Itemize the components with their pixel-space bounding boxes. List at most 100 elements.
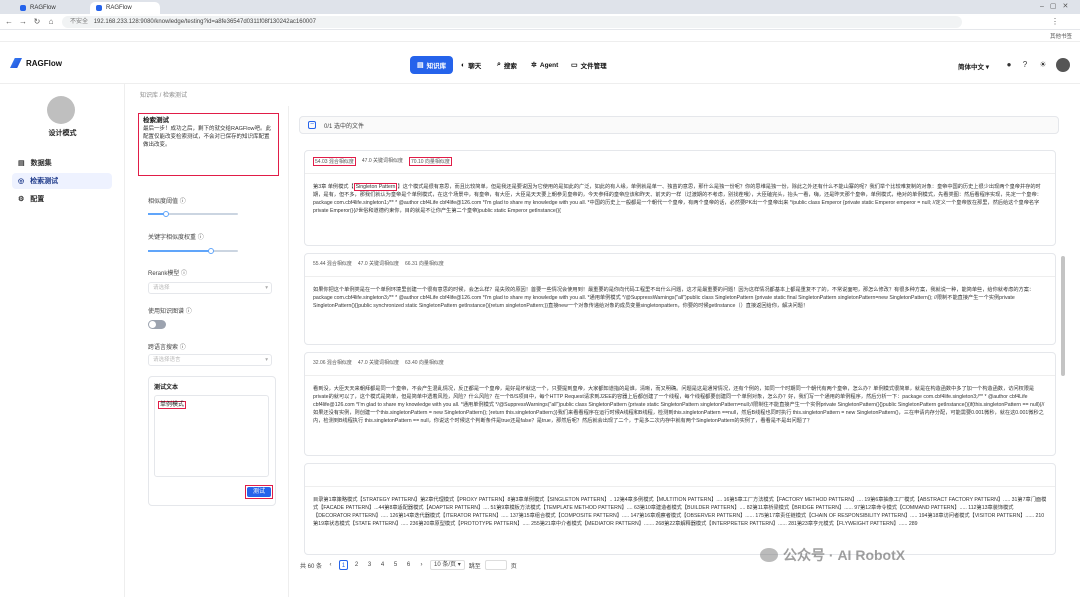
select-placeholder: 请选择语言 [153, 357, 181, 363]
description-title: 检索测试 [143, 117, 169, 124]
sidebar-item-label: 数据集 [30, 160, 52, 167]
kb-title: 设计模式 [48, 130, 77, 137]
test-text-box: 测试文本 单例模式 测试 [148, 376, 276, 506]
prev-page-icon[interactable]: ‹ [326, 560, 335, 570]
cross-language-label: 跨语言搜索 ⓘ [148, 342, 186, 351]
test-button-highlight: 测试 [245, 485, 273, 499]
divider [305, 276, 1055, 277]
nav-agent[interactable]: ✲ Agent [524, 56, 565, 74]
page-5[interactable]: 5 [391, 560, 400, 570]
info-icon: ⓘ [197, 235, 204, 241]
database-icon: ▤ [417, 62, 424, 69]
forward-icon[interactable]: → [18, 17, 28, 27]
github-icon[interactable]: ● [1004, 60, 1014, 70]
score-row: 32.06 混合相似度 47.0 关键词相似度 63.40 向量相似度 [313, 359, 444, 366]
window-controls[interactable]: –▢✕ [1040, 2, 1074, 10]
vector-similarity: 63.40 向量相似度 [405, 360, 444, 366]
browser-tab[interactable]: RAGFlow [14, 2, 84, 14]
url-text: 192.168.233.128:9080/knowledge/testing?i… [93, 19, 316, 25]
bookmarks-bar: 其他书签 [0, 30, 1080, 42]
slider-thumb[interactable] [208, 248, 214, 254]
rerank-model-label: Rerank模型 ⓘ [148, 268, 187, 277]
divider [305, 173, 1055, 174]
chunk-text-post: 】这个模式是很有意思，而且比较简单，但是我还是要说因为它使用的是如此的广泛，如此… [313, 184, 1042, 214]
result-card[interactable]: 目录第1章策略模式【STRATEGY PATTERN】第2章代理模式【PROXY… [304, 463, 1056, 555]
wechat-icon [760, 548, 778, 562]
chunk-text: 目录第1章策略模式【STRATEGY PATTERN】第2章代理模式【PROXY… [313, 497, 1047, 527]
term-similarity: 47.0 关键词相似度 [357, 261, 400, 267]
ragflow-logo[interactable]: RAGFlow [10, 58, 62, 68]
similarity-threshold-slider[interactable] [148, 211, 238, 217]
chat-icon: ◐ [461, 61, 466, 69]
nav-chat[interactable]: ◐ 聊天 [454, 56, 488, 74]
theme-icon[interactable]: ☀ [1038, 60, 1048, 70]
info-icon: ⓘ [179, 199, 186, 205]
nav-label: 文件管理 [580, 63, 607, 70]
goto-input[interactable] [484, 560, 507, 570]
nav-knowledge-base[interactable]: ▤ 知识库 [410, 56, 454, 74]
test-button[interactable]: 测试 [247, 487, 271, 497]
address-bar-row: ← → ↻ ⌂ 不安全 192.168.233.128:9080/knowled… [0, 14, 1080, 30]
slider-thumb[interactable] [163, 211, 169, 217]
chevron-down-icon: ▾ [265, 357, 268, 363]
nav-label: Agent [539, 61, 559, 69]
page-2[interactable]: 2 [352, 560, 361, 570]
nav-label: 搜索 [503, 63, 517, 70]
description-text: 最后一步！成功之后，剩下的就交给RAGFlow吧。此配置仅能改变检索测试，不会对… [143, 126, 272, 148]
sidebar-item-label: 配置 [30, 196, 45, 203]
result-card[interactable]: 32.06 混合相似度 47.0 关键词相似度 63.40 向量相似度 看到没，… [304, 352, 1056, 456]
retrieval-icon: ◎ [18, 178, 25, 185]
file-selector[interactable]: − 0/1 选中的文件 [299, 116, 1059, 134]
test-text-input[interactable]: 单例模式 [154, 395, 269, 477]
browser-tab-bar: RAGFlow RAGFlow –▢✕ [0, 0, 1080, 14]
language-select[interactable]: 简体中文 ▾ [958, 61, 989, 71]
menu-icon[interactable]: ⋮ [1050, 17, 1060, 27]
agent-icon: ✲ [531, 62, 537, 69]
gear-icon: ⚙ [18, 196, 25, 203]
help-icon[interactable]: ? [1020, 60, 1030, 70]
breadcrumb-root[interactable]: 知识库 [140, 93, 158, 99]
file-summary: 0/1 选中的文件 [324, 123, 365, 130]
chunk-text: 如果你把这个单例类是在一个单例环境里创建一个很有意思的时候，会怎么样？是失败的原… [313, 287, 1035, 309]
goto-label: 跳至 [468, 563, 481, 570]
sidebar-item-dataset[interactable]: ▤ 数据集 [12, 155, 112, 171]
chunk-text-pre: 第3章 单例模式【 [313, 184, 354, 190]
other-bookmarks[interactable]: 其他书签 [1050, 32, 1072, 40]
cross-language-select[interactable]: 请选择语言 ▾ [148, 354, 272, 366]
sidebar-item-retrieval-testing[interactable]: ◎ 检索测试 [12, 173, 112, 189]
result-card[interactable]: 55.44 混合相似度 47.0 关键词相似度 66.31 向量相似度 如果你把… [304, 253, 1056, 345]
page-1[interactable]: 1 [339, 560, 349, 570]
breadcrumb: 知识库 / 检索测试 [140, 93, 188, 99]
page-size-select[interactable]: 10 条/页 ▾ [430, 560, 465, 570]
rerank-model-select[interactable]: 请选择 ▾ [148, 282, 272, 294]
back-icon[interactable]: ← [4, 17, 14, 27]
label-text: 跨语言搜索 [148, 345, 179, 351]
knowledge-graph-toggle[interactable] [148, 320, 166, 329]
test-text-label: 测试文本 [154, 385, 179, 391]
next-page-icon[interactable]: › [417, 560, 426, 570]
results-scrollbar[interactable] [1061, 256, 1065, 376]
label-text: 使用知识图谱 [148, 309, 185, 315]
nav-file-management[interactable]: ▭ 文件管理 [564, 56, 614, 74]
browser-tab-active[interactable]: RAGFlow [90, 2, 160, 14]
keyword-weight-slider[interactable] [148, 248, 238, 254]
collapse-icon[interactable]: − [308, 121, 316, 129]
reload-icon[interactable]: ↻ [32, 17, 42, 27]
page-size-label: 10 条/页 [434, 562, 457, 568]
logo-icon [10, 58, 22, 68]
user-avatar[interactable] [1056, 58, 1070, 72]
result-card[interactable]: 54.03 混合相似度 47.0 关键词相似度 70.10 向量相似度 第3章 … [304, 150, 1056, 246]
sidebar-item-configuration[interactable]: ⚙ 配置 [12, 191, 112, 207]
page-6[interactable]: 6 [404, 560, 413, 570]
page-4[interactable]: 4 [378, 560, 387, 570]
nav-search[interactable]: ⌕ 搜索 [490, 56, 524, 74]
url-input[interactable]: 不安全 192.168.233.128:9080/knowledge/testi… [62, 16, 962, 28]
goto-suffix: 页 [510, 563, 517, 570]
knowledge-graph-label: 使用知识图谱 ⓘ [148, 306, 192, 315]
similarity-threshold-label: 相似度阈值 ⓘ [148, 196, 186, 205]
page-3[interactable]: 3 [365, 560, 374, 570]
nav-label: 聊天 [468, 63, 482, 70]
divider [305, 486, 1055, 487]
home-icon[interactable]: ⌂ [46, 17, 56, 27]
ragflow-favicon [20, 5, 26, 11]
